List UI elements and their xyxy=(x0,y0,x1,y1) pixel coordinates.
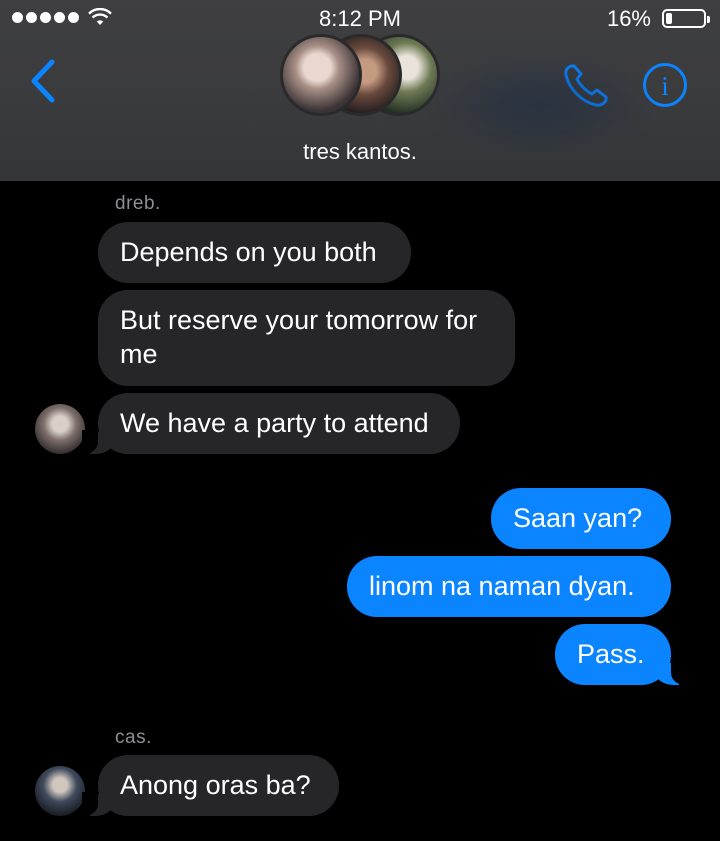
battery-percentage: 16% xyxy=(606,6,651,31)
message-text: Pass. xyxy=(577,639,645,669)
message-text: Anong oras ba? xyxy=(120,770,311,800)
member-avatar xyxy=(280,34,362,116)
message-text: Saan yan? xyxy=(513,503,643,533)
message-text: Depends on you both xyxy=(120,237,377,267)
message-bubble[interactable]: Anong oras ba? xyxy=(82,755,339,816)
message-text: me xyxy=(120,339,158,369)
group-avatar-stack[interactable] xyxy=(276,34,442,120)
battery-level xyxy=(666,13,672,24)
message-text: linom na naman dyan. xyxy=(369,571,635,601)
message-bubble[interactable]: Saan yan? xyxy=(491,488,671,549)
message-bubble[interactable]: Pass. xyxy=(555,624,687,685)
avatar[interactable] xyxy=(35,766,85,816)
svg-text:i: i xyxy=(661,71,669,101)
info-icon[interactable]: i xyxy=(642,62,688,108)
chevron-left-icon[interactable] xyxy=(28,58,58,104)
status-bar: 8:12 PM 16% xyxy=(0,0,720,36)
conversation-header: 8:12 PM 16% tres kantos. i xyxy=(0,0,720,181)
message-text: But reserve your tomorrow for xyxy=(120,305,478,335)
message-text: We have a party to attend xyxy=(120,408,429,438)
message-bubble[interactable]: We have a party to attend xyxy=(82,393,460,454)
avatar[interactable] xyxy=(35,404,85,454)
sender-name: dreb. xyxy=(115,193,161,214)
sender-name: cas. xyxy=(115,727,152,748)
message-bubble[interactable]: linom na naman dyan. xyxy=(347,556,671,617)
phone-icon[interactable] xyxy=(562,62,610,108)
group-name[interactable]: tres kantos. xyxy=(0,139,720,165)
message-bubble[interactable]: Depends on you both xyxy=(98,222,411,283)
battery-icon xyxy=(662,9,710,28)
message-bubble[interactable]: But reserve your tomorrow for me xyxy=(98,290,515,386)
